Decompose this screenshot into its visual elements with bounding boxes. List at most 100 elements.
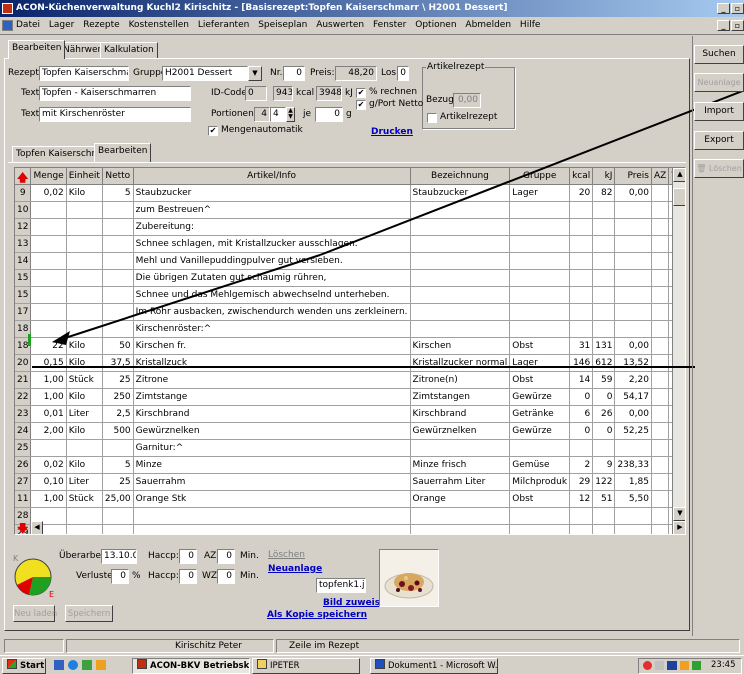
table-cell[interactable] — [614, 320, 652, 338]
table-cell[interactable]: 37,5 — [102, 354, 134, 372]
table-cell[interactable] — [30, 439, 67, 457]
child-minimize-button[interactable]: _ — [717, 20, 730, 31]
table-cell[interactable]: 54,17 — [614, 388, 652, 406]
table-cell[interactable]: 5,50 — [614, 490, 652, 508]
maximize-button[interactable]: ▫ — [731, 3, 744, 14]
table-cell[interactable] — [509, 439, 571, 457]
table-cell[interactable] — [614, 303, 652, 321]
menu-hilfe[interactable]: Hilfe — [520, 17, 540, 34]
table-cell[interactable]: Obst — [509, 337, 571, 355]
table-cell[interactable] — [651, 184, 670, 202]
table-cell[interactable] — [410, 235, 511, 253]
taskbar-item-acon[interactable]: ACON-BKV Betriebskü... — [132, 658, 250, 674]
table-cell[interactable]: Liter — [66, 405, 103, 423]
table-cell[interactable] — [614, 507, 652, 525]
drucken-link[interactable]: Drucken — [371, 127, 413, 137]
taskbar-item-word[interactable]: Dokument1 - Microsoft W... — [370, 658, 498, 674]
table-cell[interactable] — [66, 218, 103, 236]
table-cell[interactable]: 1,00 — [30, 371, 67, 389]
table-cell[interactable] — [102, 286, 134, 304]
table-cell[interactable]: 5 — [102, 456, 134, 474]
table-row[interactable]: 29 — [15, 524, 685, 534]
scroll-left-icon[interactable]: ◀ — [31, 521, 43, 534]
row-number[interactable]: 22 — [15, 388, 32, 406]
tray-antivirus-icon[interactable] — [643, 661, 652, 670]
table-cell[interactable]: Kirschen fr. — [133, 337, 411, 355]
table-row[interactable]: 9 0,02 Kilo 5 Staubzucker Staubzucker Lager 20 8… — [15, 184, 685, 202]
menu-abmelden[interactable]: Abmelden — [465, 17, 511, 34]
quicklaunch-desktop-icon[interactable] — [54, 660, 64, 670]
az-field[interactable]: 0 — [217, 549, 235, 564]
table-cell[interactable]: Zimtstange — [133, 388, 411, 406]
table-cell[interactable] — [569, 524, 594, 534]
menu-lieferanten[interactable]: Lieferanten — [198, 17, 249, 34]
column-header-5[interactable]: Bezeichnung — [410, 168, 511, 185]
table-cell[interactable]: Kilo — [66, 388, 103, 406]
scroll-right-icon[interactable]: ▶ — [673, 521, 685, 534]
table-cell[interactable] — [592, 269, 616, 287]
table-cell[interactable]: 2,5 — [102, 405, 134, 423]
table-cell[interactable]: Die übrigen Zutaten gut schaumig rühren, — [133, 269, 411, 287]
table-cell[interactable]: Kilo — [66, 456, 103, 474]
menu-lager[interactable]: Lager — [49, 17, 74, 34]
table-cell[interactable] — [410, 269, 511, 287]
row-number[interactable]: 20 — [15, 354, 32, 372]
table-cell[interactable]: Gewürznelken — [410, 422, 511, 440]
table-cell[interactable]: 0 — [592, 388, 616, 406]
scroll-thumb[interactable] — [673, 188, 685, 206]
table-cell[interactable] — [66, 320, 103, 338]
table-cell[interactable]: Mehl und Vanillepuddingpulver gut versie… — [133, 252, 411, 270]
table-cell[interactable]: Kristallzucker normal — [410, 354, 511, 372]
table-cell[interactable]: Orange — [410, 490, 511, 508]
table-row[interactable]: 15 Schnee und das Mehlgemisch abwechselnd… — [15, 286, 685, 304]
row-number[interactable]: 18 — [15, 320, 32, 338]
neuanlage-button[interactable]: Neuanlage — [694, 73, 744, 92]
table-row[interactable]: 18 22 Kilo 50 Kirschen fr. Kirschen Obst 31 131 0… — [15, 337, 685, 355]
start-button[interactable]: Start — [2, 658, 46, 674]
table-cell[interactable] — [509, 235, 571, 253]
table-row[interactable]: 12 Zubereitung: — [15, 218, 685, 236]
table-row[interactable]: 24 2,00 Kilo 500 Gewürznelken Gewürznelken Gew… — [15, 422, 685, 440]
table-row[interactable]: 27 0,10 Liter 25 Sauerrahm Sauerrahm Liter Mil… — [15, 473, 685, 491]
column-header-4[interactable]: Artikel/Info — [133, 168, 411, 185]
table-cell[interactable] — [509, 252, 571, 270]
table-cell[interactable] — [569, 439, 594, 457]
table-cell[interactable] — [133, 524, 411, 534]
arrow-up-red-icon[interactable]: 🡅 — [17, 169, 28, 188]
table-cell[interactable] — [592, 201, 616, 219]
table-cell[interactable]: 0,01 — [30, 405, 67, 423]
table-cell[interactable] — [30, 235, 67, 253]
taskbar-item-ipeter[interactable]: IPETER — [252, 658, 360, 674]
als-kopie-speichern-link[interactable]: Als Kopie speichern — [267, 610, 367, 620]
table-cell[interactable]: 6 — [569, 405, 594, 423]
table-cell[interactable] — [410, 439, 511, 457]
table-cell[interactable]: 238,33 — [614, 456, 652, 474]
menu-kostenstellen[interactable]: Kostenstellen — [129, 17, 189, 34]
tab-bearbeiten[interactable]: Bearbeiten — [8, 40, 66, 59]
table-cell[interactable]: Obst — [509, 371, 571, 389]
table-cell[interactable]: Im Rohr ausbacken, zwischendurch wenden … — [133, 303, 411, 321]
row-number[interactable]: 13 — [15, 235, 32, 253]
table-cell[interactable]: Obst — [509, 490, 571, 508]
column-header-9[interactable]: Preis — [614, 168, 652, 185]
column-header-7[interactable]: kcal — [569, 168, 594, 185]
row-number[interactable]: 18 — [15, 337, 32, 355]
table-cell[interactable]: 0,00 — [614, 184, 652, 202]
table-cell[interactable] — [569, 252, 594, 270]
table-cell[interactable] — [102, 235, 134, 253]
row-number[interactable]: 10 — [15, 201, 32, 219]
table-cell[interactable] — [102, 303, 134, 321]
table-row[interactable]: 20 0,15 Kilo 37,5 Kristallzuck Kristallzucker… — [15, 354, 685, 372]
table-row[interactable]: 28 — [15, 507, 685, 525]
column-header-3[interactable]: Netto — [102, 168, 134, 185]
table-cell[interactable] — [651, 201, 670, 219]
table-cell[interactable] — [102, 439, 134, 457]
row-number[interactable]: 15 — [15, 286, 32, 304]
row-number[interactable]: 21 — [15, 371, 32, 389]
column-header-6[interactable]: Gruppe — [509, 168, 571, 185]
table-cell[interactable] — [651, 439, 670, 457]
tray-language-icon[interactable] — [667, 661, 677, 670]
table-cell[interactable] — [66, 303, 103, 321]
table-cell[interactable]: Sauerrahm — [133, 473, 411, 491]
table-cell[interactable]: 0,00 — [614, 405, 652, 423]
